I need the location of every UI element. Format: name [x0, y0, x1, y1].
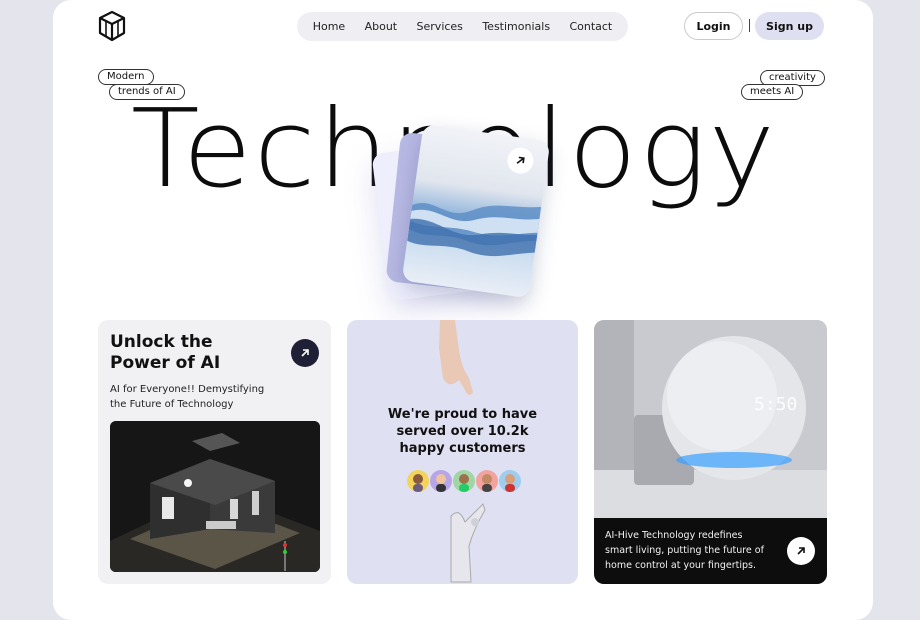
signup-button[interactable]: Sign up: [755, 12, 824, 40]
avatar: [499, 470, 521, 492]
nav-testimonials[interactable]: Testimonials: [482, 20, 550, 33]
unlock-ai-arrow-button[interactable]: [291, 339, 319, 367]
smart-home-footer: AI-Hive Technology redefines smart livin…: [594, 518, 827, 584]
smart-speaker-image: 5:50: [594, 320, 827, 518]
customers-text: We're proud to have served over 10.2k ha…: [387, 407, 538, 456]
brand-logo-icon[interactable]: [97, 10, 127, 42]
main-nav: Home About Services Testimonials Contact: [297, 12, 628, 41]
smart-home-arrow-button[interactable]: [787, 537, 815, 565]
avatar: [476, 470, 498, 492]
clock-display: 5:50: [754, 394, 797, 415]
isometric-house-image: [110, 421, 320, 572]
avatar: [430, 470, 452, 492]
smart-home-card: 5:50 AI-Hive Technology redefines smart …: [594, 320, 827, 584]
pill-modern: Modern: [98, 69, 154, 85]
customer-avatars: [407, 470, 521, 492]
arrow-up-right-icon: [516, 156, 525, 164]
login-button[interactable]: Login: [684, 12, 743, 40]
page-frame: Home About Services Testimonials Contact…: [53, 0, 873, 620]
nav-home[interactable]: Home: [313, 20, 345, 33]
arrow-up-right-icon: [301, 349, 309, 357]
arrow-up-right-icon: [797, 547, 805, 555]
smart-home-text: AI-Hive Technology redefines smart livin…: [605, 530, 764, 571]
nav-services[interactable]: Services: [417, 20, 463, 33]
avatar: [453, 470, 475, 492]
unlock-ai-title: Unlock the Power of AI: [110, 332, 221, 373]
avatar: [407, 470, 429, 492]
header-divider: [749, 19, 750, 32]
unlock-ai-subtitle: AI for Everyone!! Demystifying the Futur…: [110, 384, 265, 410]
unlock-ai-card: Unlock the Power of AI AI for Everyone!!…: [98, 320, 331, 584]
nav-contact[interactable]: Contact: [569, 20, 612, 33]
customers-card: We're proud to have served over 10.2k ha…: [347, 320, 578, 584]
hero-card-image[interactable]: [401, 123, 551, 299]
nav-about[interactable]: About: [365, 20, 398, 33]
